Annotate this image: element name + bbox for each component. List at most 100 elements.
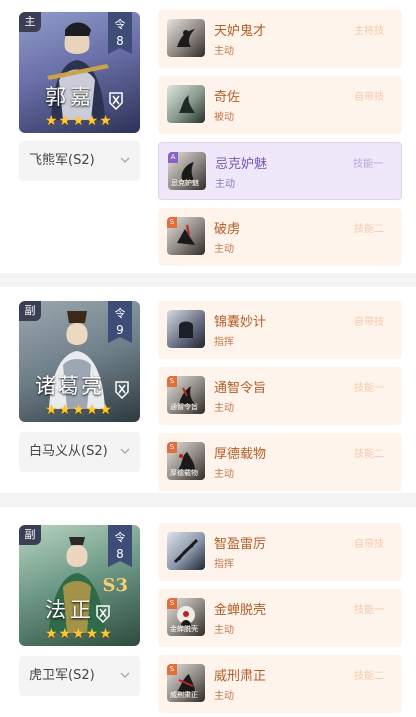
skill-icon-caption: 通智令旨 xyxy=(170,403,198,411)
general-portrait[interactable]: 主 令 8 郭嘉 ★★★★★ xyxy=(19,12,140,133)
skill-card[interactable]: 奇佐 被动 自带技 xyxy=(158,76,402,134)
skill-type: 主动 xyxy=(214,244,234,255)
ink-figure-icon xyxy=(173,538,199,564)
skill-card[interactable]: S 厚德载物 厚德载物 主动 技能二 xyxy=(158,433,402,491)
general-section-guojia: 主 令 8 郭嘉 ★★★★★ 飞熊军(S2) 天妒鬼才 主动 主将技 奇佐 被动… xyxy=(0,0,416,273)
ling-label: 令 xyxy=(114,307,126,320)
ling-value: 9 xyxy=(116,323,124,337)
skill-icon: S 厚德载物 xyxy=(167,442,205,480)
skill-card-selected[interactable]: A 忌克妒魅 忌克妒魅 主动 技能一 xyxy=(158,142,402,200)
skill-icon: S 通智令旨 xyxy=(167,376,205,414)
level-badge: S xyxy=(167,664,177,675)
role-badge: 副 xyxy=(19,525,41,545)
role-badge: 主 xyxy=(19,12,41,32)
level-badge: A xyxy=(168,152,178,163)
skill-name: 忌克妒魅 xyxy=(215,157,268,172)
skill-icon: S 金蝉脱壳 xyxy=(167,598,205,636)
skill-type: 主动 xyxy=(215,179,235,190)
level-badge: S xyxy=(167,598,177,609)
ling-badge: 令 8 xyxy=(108,12,132,54)
skill-type: 主动 xyxy=(214,403,234,414)
star-rating: ★★★★★ xyxy=(45,626,113,642)
skill-type: 指挥 xyxy=(214,559,234,570)
troop-select[interactable]: 飞熊军(S2) xyxy=(19,141,140,181)
troop-select[interactable]: 虎卫军(S2) xyxy=(19,656,140,696)
skill-slot: 技能二 xyxy=(354,449,384,460)
ling-label: 令 xyxy=(114,18,126,31)
skill-icon: S 威刑肃正 xyxy=(167,664,205,702)
ling-badge: 令 9 xyxy=(108,301,132,343)
skill-icon-caption: 威刑肃正 xyxy=(170,691,198,699)
skill-icon: A 忌克妒魅 xyxy=(168,152,206,190)
skill-slot: 自带技 xyxy=(354,539,384,550)
skill-name: 金蝉脱壳 xyxy=(214,603,267,618)
section-divider xyxy=(0,493,416,507)
faction-emblem-icon xyxy=(115,381,129,400)
skill-card[interactable]: 锦囊妙计 指挥 自带技 xyxy=(158,301,402,359)
troop-label: 飞熊军(S2) xyxy=(29,153,95,168)
skill-slot: 技能一 xyxy=(353,159,383,170)
skill-type: 主动 xyxy=(214,46,234,57)
level-badge: S xyxy=(167,217,177,228)
level-badge: S xyxy=(167,442,177,453)
ink-figure-icon xyxy=(177,29,195,47)
general-portrait[interactable]: 副 令 8 S3 法正 ★★★★★ xyxy=(19,525,140,646)
skill-type: 主动 xyxy=(214,625,234,636)
role-badge: 副 xyxy=(19,301,41,321)
skill-slot: 主将技 xyxy=(354,26,384,37)
skill-icon-caption: 忌克妒魅 xyxy=(171,179,199,187)
skill-icon xyxy=(167,310,205,348)
troop-label: 白马义从(S2) xyxy=(29,444,108,459)
skill-icon xyxy=(167,85,205,123)
skill-icon xyxy=(167,532,205,570)
skill-card[interactable]: 智盈雷厉 指挥 自带技 xyxy=(158,523,402,581)
skill-type: 指挥 xyxy=(214,337,234,348)
skill-card[interactable]: S 通智令旨 通智令旨 主动 技能一 xyxy=(158,367,402,425)
ink-figure-icon xyxy=(179,321,193,338)
skill-type: 主动 xyxy=(214,469,234,480)
general-portrait[interactable]: 副 令 9 诸葛亮 ★★★★★ xyxy=(19,301,140,422)
chevron-down-icon xyxy=(120,672,130,678)
general-section-zhugeliang: 副 令 9 诸葛亮 ★★★★★ 白马义从(S2) 锦囊妙计 指挥 自带技 S 通… xyxy=(0,287,416,493)
faction-emblem-icon xyxy=(96,605,110,624)
skill-slot: 自带技 xyxy=(354,92,384,103)
skill-name: 厚德载物 xyxy=(214,447,267,462)
skill-name: 锦囊妙计 xyxy=(214,315,267,330)
general-name: 诸葛亮 xyxy=(35,374,104,398)
section-divider xyxy=(0,273,416,287)
skill-card[interactable]: S 金蝉脱壳 金蝉脱壳 主动 技能一 xyxy=(158,589,402,647)
ling-label: 令 xyxy=(114,531,126,544)
chevron-down-icon xyxy=(120,448,130,454)
season-mark: S3 xyxy=(102,575,128,596)
ink-figure-icon xyxy=(179,95,195,113)
skill-card[interactable]: S 破虏 主动 技能二 xyxy=(158,208,402,266)
skill-icon: S xyxy=(167,217,205,255)
skill-name: 通智令旨 xyxy=(214,381,267,396)
skill-type: 主动 xyxy=(214,691,234,702)
general-name: 郭嘉 xyxy=(45,85,95,109)
skill-type: 被动 xyxy=(214,112,234,123)
troop-label: 虎卫军(S2) xyxy=(29,668,95,683)
chevron-down-icon xyxy=(120,157,130,163)
skill-icon xyxy=(167,19,205,57)
skill-slot: 自带技 xyxy=(354,317,384,328)
faction-emblem-icon xyxy=(109,92,123,111)
ling-value: 8 xyxy=(116,547,124,561)
skill-card[interactable]: 天妒鬼才 主动 主将技 xyxy=(158,10,402,68)
skill-slot: 技能二 xyxy=(354,671,384,682)
ling-badge: 令 8 xyxy=(108,525,132,567)
general-section-fazheng: 副 令 8 S3 法正 ★★★★★ 虎卫军(S2) 智盈雷厉 指挥 自带技 S … xyxy=(0,507,416,717)
star-rating: ★★★★★ xyxy=(45,113,113,129)
troop-select[interactable]: 白马义从(S2) xyxy=(19,432,140,472)
ling-value: 8 xyxy=(116,34,124,48)
skill-name: 智盈雷厉 xyxy=(214,537,267,552)
skill-card[interactable]: S 威刑肃正 威刑肃正 主动 技能二 xyxy=(158,655,402,713)
skill-slot: 技能二 xyxy=(354,224,384,235)
skill-name: 破虏 xyxy=(214,222,241,237)
skill-slot: 技能一 xyxy=(354,605,384,616)
skill-icon-caption: 厚德载物 xyxy=(170,469,198,477)
general-name: 法正 xyxy=(45,598,95,622)
skill-slot: 技能一 xyxy=(354,383,384,394)
skill-icon-caption: 金蝉脱壳 xyxy=(170,625,198,633)
skill-name: 天妒鬼才 xyxy=(214,24,267,39)
